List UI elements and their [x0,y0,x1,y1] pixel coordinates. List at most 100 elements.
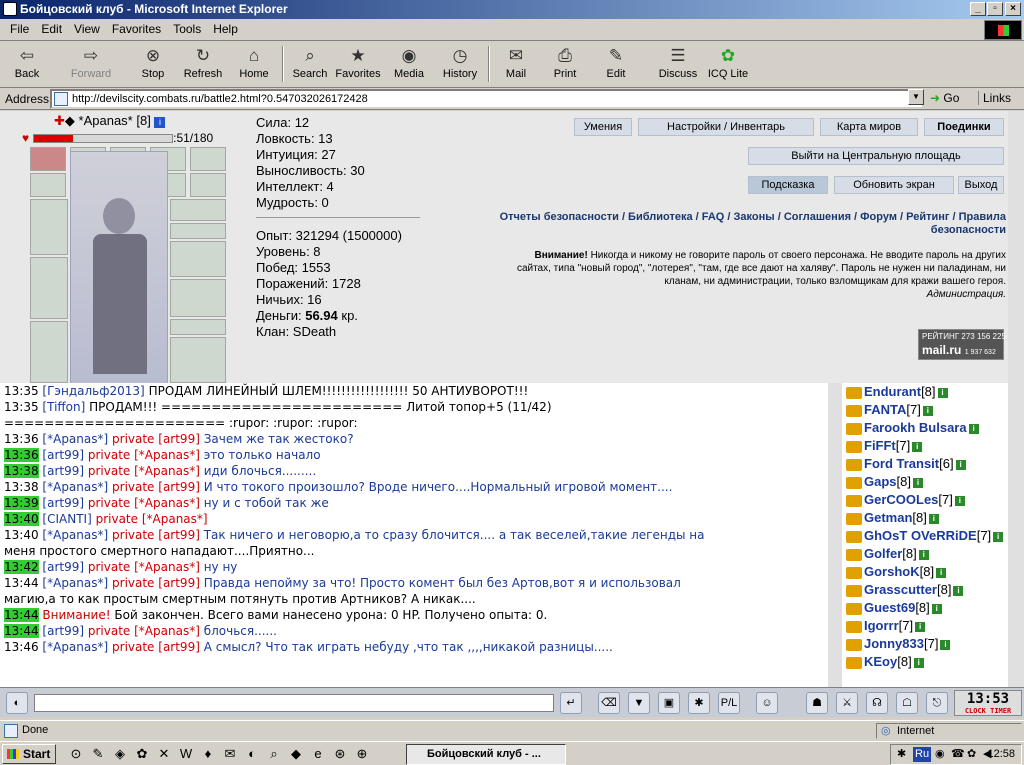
chat-nick[interactable]: [art99] [42,624,84,638]
quicklaunch-icon[interactable]: ♦ [200,746,216,762]
chat-nick[interactable]: [CIANTI] [42,512,91,526]
character-name[interactable]: *Apanas* [79,113,133,128]
language-indicator[interactable]: Ru [913,747,932,762]
page-scrollbar[interactable] [1008,111,1024,383]
menu-favorites[interactable]: Favorites [106,19,167,39]
menu-tools[interactable]: Tools [167,19,207,39]
chat-private-tag[interactable]: private [*Apanas*] [88,624,200,638]
effect-slot[interactable] [30,173,66,197]
stop-button[interactable]: ⊗ Stop [136,44,170,86]
private-message-icon[interactable] [846,494,862,507]
chat-nick[interactable]: [*Apanas*] [42,640,108,654]
effect-slot[interactable] [190,173,226,197]
user-list-item[interactable]: Endurant[8] i [842,383,1008,401]
private-message-icon[interactable] [846,386,862,399]
translit-button[interactable]: ✱ [688,692,710,714]
chat-private-tag[interactable]: private [art99] [112,432,200,446]
user-list-item[interactable]: Igorrr[7] i [842,617,1008,635]
skills-button[interactable]: Умения [574,118,632,136]
quicklaunch-icon[interactable]: ⌕ [266,746,282,762]
central-square-button[interactable]: Выйти на Центральную площадь [748,147,1004,165]
exit-button[interactable]: Выход [958,176,1004,194]
chat-private-tag[interactable]: private [art99] [112,640,200,654]
private-message-icon[interactable] [846,656,862,669]
user-nick[interactable]: Jonny833 [864,636,924,651]
user-list-item[interactable]: Golfer[8] i [842,545,1008,563]
chat-nick[interactable]: [art99] [42,448,84,462]
duels-button[interactable]: Поединки [924,118,1004,136]
chat-private-tag[interactable]: private [*Apanas*] [88,496,200,510]
menu-file[interactable]: File [4,19,35,39]
address-dropdown-button[interactable]: ▼ [908,89,924,105]
quicklaunch-icon[interactable]: ⊛ [332,746,348,762]
private-message-icon[interactable] [846,404,862,417]
quicklaunch-icon[interactable]: ✎ [90,746,106,762]
user-info-icon[interactable]: i [955,459,966,470]
chat-nick[interactable]: [art99] [42,496,84,510]
private-message-icon[interactable] [846,620,862,633]
effect-slot[interactable] [190,147,226,171]
chat-private-tag[interactable]: private [art99] [112,480,200,494]
exit-chat-button[interactable]: ⎋ [926,692,948,714]
chat-nick[interactable]: [Гэндальф2013] [42,384,144,398]
user-list-item[interactable]: Ford Transit[6] i [842,455,1008,473]
chat-nick[interactable]: [*Apanas*] [42,480,108,494]
effect-slot[interactable] [30,147,66,171]
private-message-icon[interactable] [846,458,862,471]
address-input[interactable]: http://devilscity.combats.ru/battle2.htm… [50,89,924,109]
user-nick[interactable]: Guest69 [864,600,915,615]
action-button[interactable]: ⚔ [836,692,858,714]
user-list-item[interactable]: GorshoK[8] i [842,563,1008,581]
back-button[interactable]: ⇦ Back [8,44,46,86]
chat-nick[interactable]: [*Apanas*] [42,528,108,542]
user-info-icon[interactable]: i [953,585,964,596]
user-list-item[interactable]: FANTA[7] i [842,401,1008,419]
private-message-icon[interactable] [846,422,862,435]
user-nick[interactable]: FiFFt [864,438,896,453]
user-info-icon[interactable]: i [936,567,947,578]
user-list-item[interactable]: GhOsT OVeRRiDE[7] i [842,527,1008,545]
favorites-button[interactable]: ★ Favorites [334,44,382,86]
user-info-icon[interactable]: i [931,603,942,614]
chat-private-tag[interactable]: private [art99] [112,528,200,542]
quicklaunch-icon[interactable]: ✉ [222,746,238,762]
history-button[interactable]: ◷ History [440,44,480,86]
quicklaunch-icon[interactable]: ⊙ [68,746,84,762]
rings-slot[interactable] [170,319,226,335]
user-list-item[interactable]: KEoy[8] i [842,653,1008,671]
user-info-icon[interactable]: i [937,387,948,398]
user-list-item[interactable]: Getman[8] i [842,509,1008,527]
user-list-item[interactable]: GerCOOLes[7] i [842,491,1008,509]
amulet-slot[interactable] [170,223,226,239]
send-button[interactable]: ↵ [560,692,582,714]
action-button[interactable]: ☖ [896,692,918,714]
user-list-item[interactable]: Farookh Bulsara i [842,419,1008,437]
search-button[interactable]: ⌕ Search [290,44,330,86]
user-list-item[interactable]: Jonny833[7] i [842,635,1008,653]
chat-nick[interactable]: [*Apanas*] [42,576,108,590]
action-button[interactable]: ☗ [806,692,828,714]
user-nick[interactable]: Farookh Bulsara [864,420,967,435]
action-button[interactable]: ☊ [866,692,888,714]
user-info-icon[interactable]: i [940,639,951,650]
refresh-screen-button[interactable]: Обновить экран [834,176,954,194]
security-links[interactable]: Отчеты безопасности / Библиотека / FAQ /… [496,211,1006,237]
users-scrollbar[interactable] [1008,383,1024,687]
chat-private-tag[interactable]: Внимание! [42,608,110,622]
user-info-icon[interactable]: i [993,531,1004,542]
user-nick[interactable]: KEoy [864,654,897,669]
filter-button[interactable]: ▼ [628,692,650,714]
go-button[interactable]: ➜ Go [930,91,959,105]
print-button[interactable]: ⎙ Print [546,44,584,86]
quicklaunch-icon[interactable]: ◆ [288,746,304,762]
user-list-item[interactable]: Guest69[8] i [842,599,1008,617]
private-log-button[interactable]: P/L [718,692,740,714]
chat-mode-button[interactable]: ◐ [6,692,28,714]
helmet-slot[interactable] [30,199,68,255]
user-info-icon[interactable]: i [928,513,939,524]
user-nick[interactable]: Endurant [864,384,921,399]
user-list-item[interactable]: FiFFt[7] i [842,437,1008,455]
taskbar-ie-button[interactable]: Бойцовский клуб - ... [406,744,566,765]
character-avatar[interactable] [70,151,168,387]
user-nick[interactable]: Golfer [864,546,902,561]
